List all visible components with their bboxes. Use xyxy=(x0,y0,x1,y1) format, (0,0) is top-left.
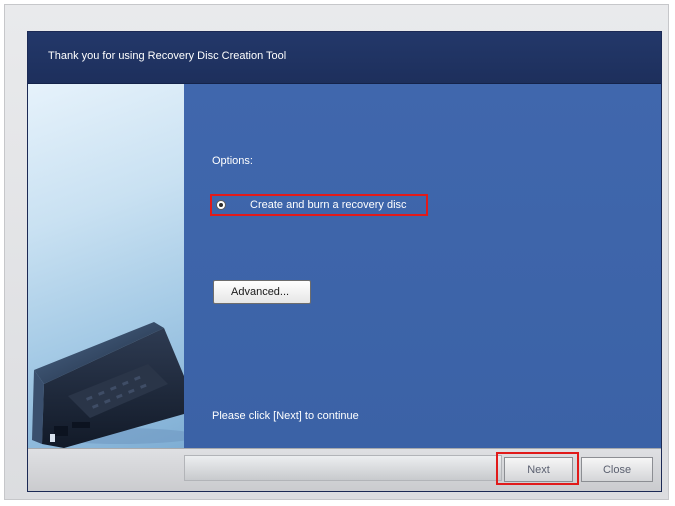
close-button[interactable]: Close xyxy=(581,457,653,482)
title-bar: Thank you for using Recovery Disc Creati… xyxy=(28,32,661,84)
main-content-panel: Options: Create and burn a recovery disc… xyxy=(184,84,661,448)
laptop-illustration xyxy=(32,322,184,448)
footer-bar: Next Close xyxy=(28,448,661,491)
radio-option-label: Create and burn a recovery disc xyxy=(250,199,407,211)
advanced-button[interactable]: Advanced... xyxy=(213,280,311,304)
options-label: Options: xyxy=(212,155,253,167)
radio-dot xyxy=(219,203,223,207)
recovery-dialog-window: Thank you for using Recovery Disc Creati… xyxy=(27,31,662,492)
radio-selected-icon[interactable] xyxy=(216,200,226,210)
instruction-text: Please click [Next] to continue xyxy=(212,410,359,422)
screenshot-frame: Thank you for using Recovery Disc Creati… xyxy=(4,4,669,500)
create-recovery-disc-option[interactable]: Create and burn a recovery disc xyxy=(210,194,428,216)
window-title: Thank you for using Recovery Disc Creati… xyxy=(48,50,287,62)
next-button[interactable]: Next xyxy=(504,457,573,482)
footer-track xyxy=(184,455,502,481)
side-illustration-panel xyxy=(28,84,184,448)
